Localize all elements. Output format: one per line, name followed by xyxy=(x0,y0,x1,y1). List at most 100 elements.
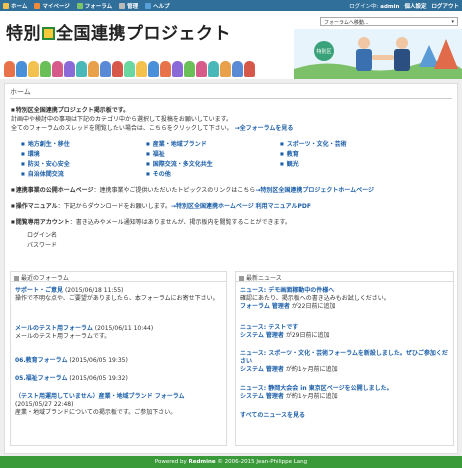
category-link[interactable]: 観光 xyxy=(280,159,299,168)
forum-desc: メールのテスト用フォーラムです。 xyxy=(15,333,111,340)
news-icon xyxy=(239,275,244,281)
forum-link[interactable]: 05.福祉フォーラム xyxy=(15,375,67,382)
top-menu-bar: ホーム マイページ フォーラム 管理 ヘルプ ログイン中: admin 個人設定… xyxy=(0,0,462,11)
menu-forum[interactable]: フォーラム xyxy=(76,2,113,10)
forum-desc: 産業・地域ブランドについての掲示板です。ご参加下さい。 xyxy=(15,409,177,416)
category-link[interactable]: 福祉 xyxy=(146,149,165,158)
forum-link[interactable]: 06.教育フォーラム xyxy=(15,357,67,364)
handshake-illustration: 特別区 xyxy=(294,29,462,79)
category-link[interactable]: 地方創生・移住 xyxy=(21,139,70,148)
menu-mypage-label: マイページ xyxy=(42,3,70,10)
forum-link[interactable]: サポート・ご意見 xyxy=(15,287,63,294)
forum-date: (2015/06/05 19:35) xyxy=(69,357,128,364)
illust-badge-text: 特別区 xyxy=(316,48,331,55)
menu-home-label: ホーム xyxy=(11,3,28,10)
recent-forums-title: 最近のフォーラム xyxy=(21,275,69,282)
people-illustration xyxy=(4,61,255,77)
account-title: 閲覧専用アカウント xyxy=(11,219,70,226)
menu-admin[interactable]: 管理 xyxy=(119,2,138,10)
category-link[interactable]: 自治体間交流 xyxy=(21,169,64,178)
forum-date: (2015/06/18 11:55) xyxy=(64,287,124,294)
news-desc: 確認にあたり、掲示板への書き込みもお試しください。 xyxy=(240,295,390,302)
news-link[interactable]: ニュース: デモ画面稼動中の件様へ xyxy=(240,287,334,294)
breadcrumb: ホーム xyxy=(10,88,31,96)
news-ago: が約1ヶ月前に追加 xyxy=(285,393,338,400)
category-link[interactable]: 防災・安心安全 xyxy=(21,159,70,168)
intro-line1: 計画中や検討中の事項は下記のカテゴリ中から選択して投稿をお願いしています。 xyxy=(11,116,233,123)
homepage-row: 連携事業の公開ホームページ：連携事業やご提供いただいたトピックスのリンクはこちら… xyxy=(11,185,374,194)
intro-line2: 全てのフォーラムのスレッドを閲覧したい場合は、こちらをクリックして下さい。 →全… xyxy=(11,123,293,132)
logo-text-b: 全国連携プロジェクト xyxy=(56,24,231,44)
forum-date: (2015/05/27 22:48) xyxy=(15,401,74,408)
divider xyxy=(10,98,452,99)
intro-line2-text: 全てのフォーラムのスレッドを閲覧したい場合は、こちらをクリックして下さい。 xyxy=(11,125,233,132)
news-author[interactable]: システム 管理者 xyxy=(240,332,284,339)
news-ago: が22日前に追加 xyxy=(291,303,336,310)
news-item: ニュース: デモ画面稼動中の件様へ 確認にあたり、掲示板への書き込みもお試しくだ… xyxy=(240,287,450,311)
category-link[interactable]: 産業・地域ブランド xyxy=(146,139,207,148)
forum-item: メールのテスト用フォーラム (2015/06/11 10:44) メールのテスト… xyxy=(15,325,225,341)
account-text: ：書き込みやメール通知等はありませんが、掲示板内を閲覧することができます。 xyxy=(69,219,291,226)
news-item: ニュース: スポーツ・文化・芸術フォーラムを新設しました。ぜひご参加ください シ… xyxy=(240,350,450,374)
intro-title: 特別区全国連携プロジェクト掲示板です。 xyxy=(11,105,129,114)
menu-help-label: ヘルプ xyxy=(153,3,170,10)
wrench-icon xyxy=(119,2,126,9)
manual-title: 操作マニュアル xyxy=(11,203,58,210)
category-link[interactable]: その他 xyxy=(146,169,171,178)
project-homepage-link[interactable]: →特別区全国連携プロジェクトホームページ xyxy=(255,187,374,194)
user-icon xyxy=(34,2,41,9)
news-author[interactable]: システム 管理者 xyxy=(240,366,284,373)
latest-news-title: 最新ニュース xyxy=(246,275,282,282)
login-status: ログイン中: admin xyxy=(349,2,399,10)
news-item: ニュース: 静岡大会会 in 東京区ページを公開しました。 システム 管理者 が… xyxy=(240,385,450,401)
news-link[interactable]: ニュース: テストです xyxy=(240,324,298,331)
password-label: パスワード xyxy=(27,242,58,249)
footer-prefix: Powered by xyxy=(154,459,187,465)
category-link[interactable]: 国際交流・多文化共生 xyxy=(146,159,213,168)
manual-text: ：下記からダウンロードをお願いします。 xyxy=(57,203,172,210)
forum-desc: 操作で不明な点や、ご要望がありましたら、本フォーラムにお寄せ下さい。 xyxy=(15,295,219,302)
category-link[interactable]: 環境 xyxy=(21,149,40,158)
redmine-link[interactable]: Redmine xyxy=(188,459,215,465)
forum-date: (2015/06/05 19:32) xyxy=(69,375,128,382)
latest-news-header: 最新ニュース xyxy=(236,272,453,282)
homepage-text: ：連携事業やご提供いただいたトピックスのリンクはこちら xyxy=(93,187,256,194)
menu-help[interactable]: ヘルプ xyxy=(145,2,170,10)
news-author[interactable]: システム 管理者 xyxy=(240,393,284,400)
manual-homepage-link[interactable]: →特別区全国連携ホームページ xyxy=(171,203,254,210)
footer-copyright: © 2006-2015 Jean-Philippe Lang xyxy=(217,459,308,465)
footer: Powered by Redmine © 2006-2015 Jean-Phil… xyxy=(0,456,462,468)
all-forums-link[interactable]: →全フォーラムを見る xyxy=(235,125,294,132)
all-news-link[interactable]: すべてのニュースを見る xyxy=(240,412,305,419)
homepage-title: 連携事業の公開ホームページ xyxy=(11,187,93,194)
recent-forums-panel: 最近のフォーラム サポート・ご意見 (2015/06/18 11:55) 操作で… xyxy=(10,271,227,446)
news-author[interactable]: フォーラム 管理者 xyxy=(240,303,290,310)
main-area: ホーム 特別区全国連携プロジェクト掲示板です。 計画中や検討中の事項は下記のカテ… xyxy=(0,79,462,456)
news-link[interactable]: ニュース: スポーツ・文化・芸術フォーラムを新設しました。ぜひご参加ください xyxy=(240,350,448,365)
site-logo[interactable]: 特別 全国連携プロジェクト xyxy=(6,19,231,44)
news-link[interactable]: ニュース: 静岡大会会 in 東京区ページを公開しました。 xyxy=(240,385,393,392)
logo-mark-icon xyxy=(42,27,55,40)
login-prefix: ログイン中: xyxy=(349,3,379,10)
category-link[interactable]: 教育 xyxy=(280,149,299,158)
manual-pdf-link[interactable]: 利用マニュアルPDF xyxy=(256,203,311,210)
login-user[interactable]: admin xyxy=(380,4,399,10)
menu-mypage[interactable]: マイページ xyxy=(34,2,70,10)
forum-link[interactable]: メールのテスト用フォーラム xyxy=(15,325,93,332)
news-ago: が約1ヶ月前に追加 xyxy=(285,366,338,373)
logout-link[interactable]: ログアウト xyxy=(431,2,459,10)
forum-jump-select[interactable]: フォーラムへ移動... ▾ xyxy=(320,17,458,26)
forum-icon xyxy=(14,275,19,281)
personal-settings-link[interactable]: 個人設定 xyxy=(404,2,426,10)
news-ago: が29日前に追加 xyxy=(285,332,330,339)
forum-item: サポート・ご意見 (2015/06/18 11:55) 操作で不明な点や、ご要望… xyxy=(15,287,225,303)
category-link[interactable]: スポーツ・文化・芸術 xyxy=(280,139,347,148)
chat-icon xyxy=(76,2,83,9)
menu-home[interactable]: ホーム xyxy=(3,2,27,10)
forum-link[interactable]: （テスト用運用していません）産業・地域ブランド フォーラム xyxy=(15,393,185,400)
content: ホーム 特別区全国連携プロジェクト掲示板です。 計画中や検討中の事項は下記のカテ… xyxy=(4,83,458,454)
menu-forum-label: フォーラム xyxy=(84,3,113,10)
help-icon xyxy=(145,2,152,9)
forum-item: （テスト用運用していません）産業・地域ブランド フォーラム (2015/05/2… xyxy=(15,393,225,417)
manual-row: 操作マニュアル：下記からダウンロードをお願いします。→特別区全国連携ホームページ… xyxy=(11,201,311,210)
